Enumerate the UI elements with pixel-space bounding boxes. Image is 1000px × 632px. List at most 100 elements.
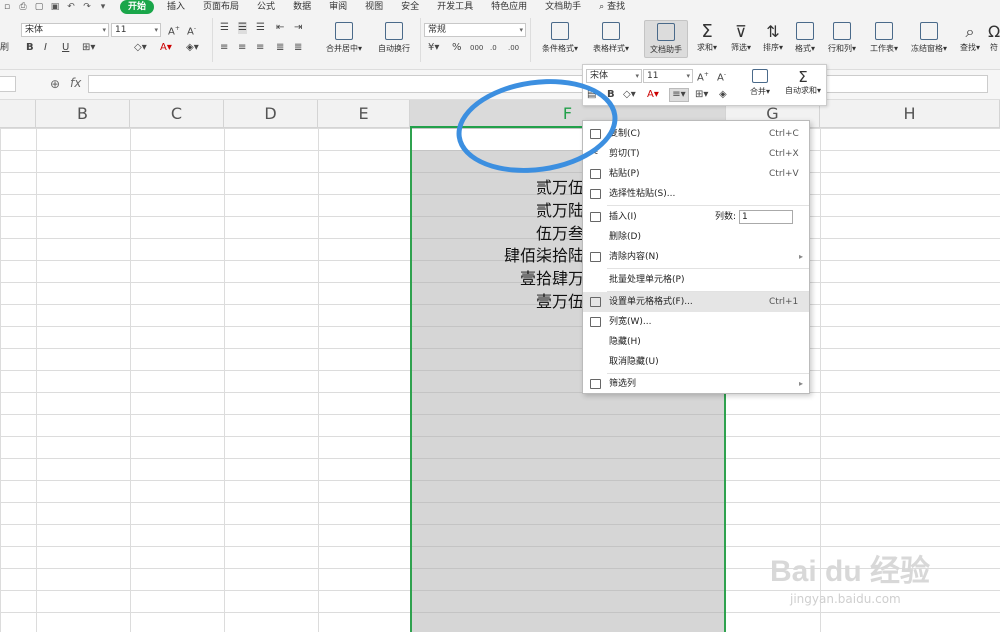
tab-features[interactable]: 特色应用 bbox=[482, 0, 536, 14]
align-right-icon[interactable]: ≡ bbox=[256, 42, 264, 54]
underline-button[interactable]: U bbox=[62, 42, 69, 54]
percent-button[interactable]: % bbox=[452, 42, 462, 54]
decrease-decimal-icon[interactable]: .00 bbox=[508, 42, 519, 54]
freeze-panes-button[interactable]: 冻结窗格▾ bbox=[906, 22, 952, 54]
menu-item-unhide[interactable]: 取消隐藏(U) bbox=[583, 352, 809, 372]
column-header-c[interactable]: C bbox=[130, 100, 224, 128]
copy-icon[interactable]: ▣ bbox=[50, 2, 60, 12]
fill-color-icon[interactable]: ◇▾ bbox=[134, 42, 147, 54]
currency-icon[interactable]: ¥▾ bbox=[428, 42, 439, 54]
menu-item-cut[interactable]: ✂ 剪切(T) Ctrl+X bbox=[583, 144, 809, 164]
tab-developer[interactable]: 开发工具 bbox=[428, 0, 482, 14]
align-bottom-icon[interactable]: ☰ bbox=[256, 22, 265, 34]
table-style-button[interactable]: 表格样式▾ bbox=[586, 22, 636, 54]
filter-column-icon bbox=[590, 379, 601, 389]
sort-button[interactable]: ⇅ 排序▾ bbox=[758, 22, 788, 53]
font-color-button[interactable]: A▾ bbox=[160, 42, 172, 54]
find-button[interactable]: ⌕ 查找▾ bbox=[956, 22, 984, 53]
fx-label[interactable]: fx bbox=[70, 76, 81, 90]
distribute-icon[interactable]: ≣ bbox=[294, 42, 302, 54]
align-middle-icon[interactable]: ☰ bbox=[238, 22, 247, 34]
align-center-icon[interactable]: ≡ bbox=[238, 42, 246, 54]
tab-home[interactable]: 开始 bbox=[120, 0, 155, 14]
tab-page-layout[interactable]: 页面布局 bbox=[194, 0, 248, 14]
border-icon[interactable]: ⊞▾ bbox=[695, 89, 708, 101]
menu-item-paste-special[interactable]: 选择性粘贴(S)... bbox=[583, 184, 809, 204]
doc-helper-button[interactable]: 文档助手 bbox=[644, 20, 688, 58]
justify-icon[interactable]: ≣ bbox=[276, 42, 284, 54]
menu-item-format-cells[interactable]: 设置单元格格式(F)... Ctrl+1 bbox=[583, 292, 809, 312]
tab-insert[interactable]: 插入 bbox=[158, 0, 194, 14]
divider bbox=[420, 18, 421, 62]
fill-color-icon[interactable]: ◇▾ bbox=[623, 89, 636, 101]
print-preview-icon[interactable]: ▢ bbox=[34, 2, 44, 12]
column-header-a[interactable] bbox=[0, 100, 36, 128]
menu-item-hide[interactable]: 隐藏(H) bbox=[583, 332, 809, 352]
clear-icon[interactable]: ◈ bbox=[719, 89, 727, 101]
format-button[interactable]: 格式▾ bbox=[790, 22, 820, 54]
increase-decimal-icon[interactable]: .0 bbox=[490, 42, 497, 54]
mini-merge-button[interactable]: 合并▾ bbox=[741, 69, 779, 97]
align-left-icon[interactable]: ≡ bbox=[220, 42, 228, 54]
column-header-b[interactable]: B bbox=[36, 100, 130, 128]
font-name-select[interactable]: 宋体 ▾ bbox=[21, 23, 109, 37]
filter-button[interactable]: ⊽ 筛选▾ bbox=[726, 22, 756, 53]
undo-icon[interactable]: ↶ bbox=[66, 2, 76, 12]
chevron-down-icon: ▾ bbox=[635, 72, 639, 80]
menu-item-filter-column[interactable]: 筛选列 ▸ bbox=[583, 374, 809, 394]
mini-autosum-button[interactable]: Σ 自动求和▾ bbox=[779, 69, 827, 96]
sum-button[interactable]: Σ 求和▾ bbox=[692, 22, 722, 53]
menu-item-delete[interactable]: 删除(D) bbox=[583, 227, 809, 247]
name-box[interactable] bbox=[0, 76, 16, 92]
sort-label: 排序 bbox=[762, 43, 779, 52]
menu-item-clear-contents[interactable]: 清除内容(N) ▸ bbox=[583, 247, 809, 267]
worksheet-button[interactable]: 工作表▾ bbox=[866, 22, 902, 54]
tab-search[interactable]: ⌕ 查找 bbox=[590, 0, 634, 14]
menu-item-batch-process[interactable]: 批量处理单元格(P) bbox=[583, 270, 809, 290]
insert-count-input[interactable]: 1 bbox=[739, 210, 793, 224]
column-header-d[interactable]: D bbox=[224, 100, 318, 128]
zoom-icon[interactable]: ⊕ bbox=[50, 77, 60, 91]
tab-formulas[interactable]: 公式 bbox=[248, 0, 284, 14]
redo-icon[interactable]: ↷ bbox=[82, 2, 92, 12]
menu-item-insert[interactable]: 插入(I) 列数: 1 bbox=[583, 207, 809, 227]
dropdown-icon[interactable]: ▾ bbox=[98, 2, 108, 12]
save-icon[interactable]: ▫ bbox=[2, 2, 12, 12]
format-painter-label[interactable]: 刷 bbox=[0, 42, 9, 54]
wrap-text-button[interactable]: 自动换行 bbox=[372, 22, 416, 54]
indent-increase-icon[interactable]: ⇥ bbox=[294, 22, 302, 34]
thousands-icon[interactable]: 000 bbox=[470, 42, 483, 54]
align-top-icon[interactable]: ☰ bbox=[220, 22, 229, 34]
number-format-select[interactable]: 常规 ▾ bbox=[424, 23, 526, 37]
font-size-select[interactable]: 11 ▾ bbox=[111, 23, 161, 37]
align-center-icon[interactable]: ≡▾ bbox=[669, 88, 689, 102]
increase-font-icon[interactable]: A+ bbox=[697, 69, 709, 84]
conditional-format-button[interactable]: 条件格式▾ bbox=[536, 22, 584, 54]
menu-item-copy[interactable]: 复制(C) Ctrl+C bbox=[583, 124, 809, 144]
increase-font-icon[interactable]: A+ bbox=[168, 23, 180, 38]
tab-review[interactable]: 审阅 bbox=[320, 0, 356, 14]
symbol-button[interactable]: Ω符 bbox=[988, 22, 1000, 53]
rows-columns-button[interactable]: 行和列▾ bbox=[824, 22, 860, 54]
mini-font-size-select[interactable]: 11 ▾ bbox=[643, 69, 693, 83]
indent-decrease-icon[interactable]: ⇤ bbox=[276, 22, 284, 34]
column-header-e[interactable]: E bbox=[318, 100, 410, 128]
mini-font-name-select[interactable]: 宋体 ▾ bbox=[586, 69, 642, 83]
tab-security[interactable]: 安全 bbox=[392, 0, 428, 14]
mini-font-color-button[interactable]: A▾ bbox=[647, 89, 659, 101]
column-header-h[interactable]: H bbox=[820, 100, 1000, 128]
merge-center-button[interactable]: 合并居中▾ bbox=[322, 22, 366, 54]
print-icon[interactable]: ⎙ bbox=[18, 2, 28, 12]
decrease-font-icon[interactable]: A- bbox=[717, 69, 726, 84]
clear-icon[interactable]: ◈▾ bbox=[186, 42, 199, 54]
chevron-down-icon: ▾ bbox=[102, 26, 106, 34]
tab-view[interactable]: 视图 bbox=[356, 0, 392, 14]
border-icon[interactable]: ⊞▾ bbox=[82, 42, 95, 54]
tab-doc-helper[interactable]: 文档助手 bbox=[536, 0, 590, 14]
decrease-font-icon[interactable]: A- bbox=[187, 23, 196, 38]
italic-button[interactable]: I bbox=[44, 42, 47, 54]
tab-data[interactable]: 数据 bbox=[284, 0, 320, 14]
menu-item-column-width[interactable]: 列宽(W)... bbox=[583, 312, 809, 332]
menu-item-paste[interactable]: 粘贴(P) Ctrl+V bbox=[583, 164, 809, 184]
bold-button[interactable]: B bbox=[26, 42, 34, 54]
